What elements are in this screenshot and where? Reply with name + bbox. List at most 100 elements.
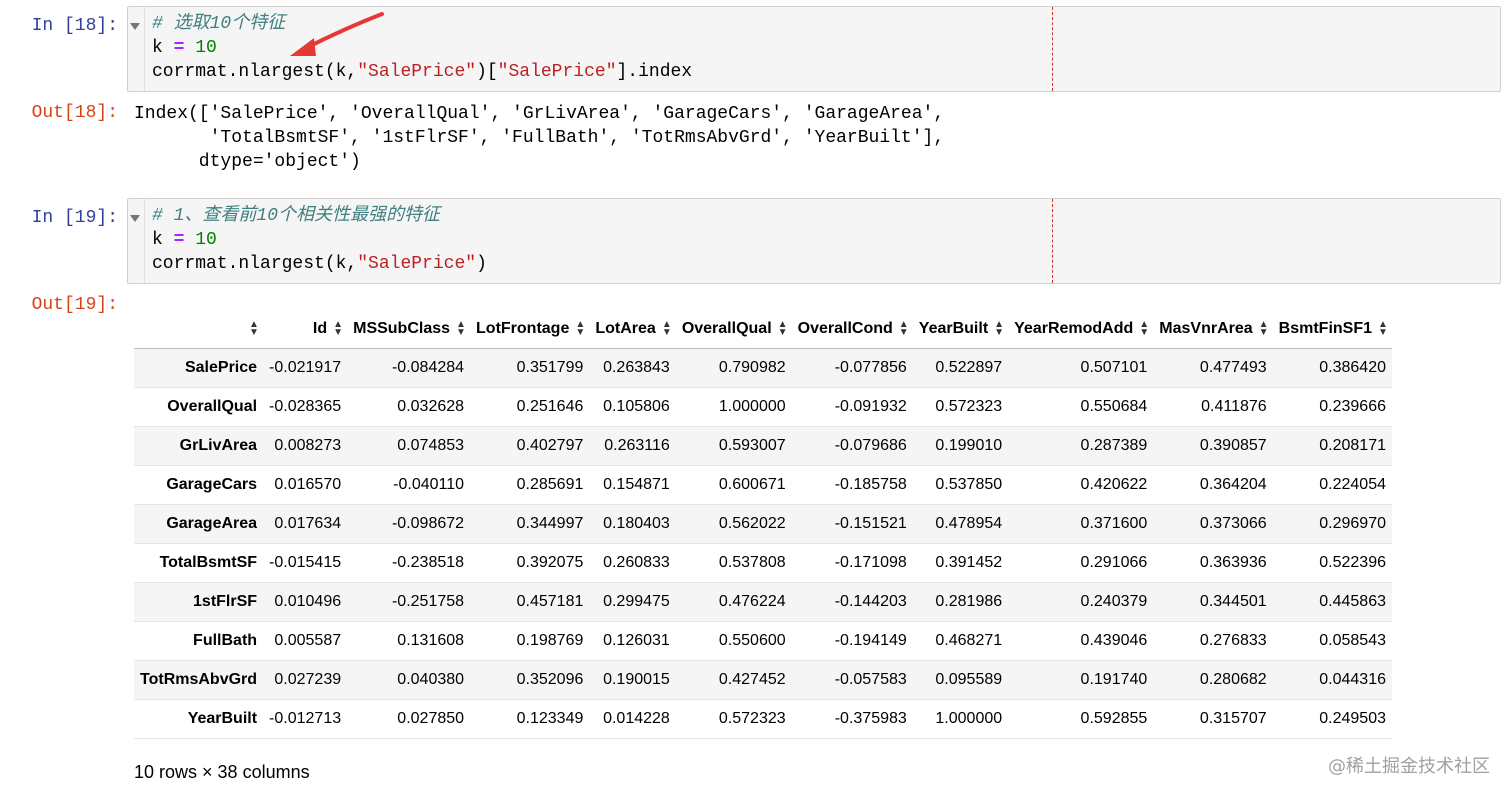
column-header[interactable]: MasVnrArea ▲ ▼ — [1153, 310, 1273, 349]
table-cell: 0.263116 — [604, 437, 670, 454]
column-header-label: MSSubClass — [353, 320, 451, 337]
table-cell: 0.402797 — [516, 437, 584, 454]
table-cell: 0.240379 — [1080, 593, 1148, 610]
sort-icon[interactable]: ▲ ▼ — [333, 319, 343, 337]
table-cell: 0.198769 — [516, 632, 584, 649]
sort-icon[interactable]: ▲ ▼ — [994, 319, 1004, 337]
dataframe-shape: 10 rows × 38 columns — [134, 762, 310, 782]
sort-icon[interactable]: ▲ ▼ — [899, 319, 909, 337]
line-length-ruler — [1052, 199, 1053, 283]
table-cell: -0.144203 — [834, 593, 907, 610]
table-cell: 0.027239 — [274, 671, 342, 688]
code-editor[interactable]: # 选取10个特征 k = 10 corrmat.nlargest(k,"Sal… — [152, 12, 692, 84]
index-output-text: Index(['SalePrice', 'OverallQual', 'GrLi… — [134, 104, 945, 172]
sort-icon[interactable]: ▲ ▼ — [575, 319, 585, 337]
table-cell: 0.537808 — [718, 554, 786, 571]
code-comment: # 1、查看前10个相关性最强的特征 — [152, 206, 441, 226]
table-cell: 0.017634 — [274, 515, 342, 532]
in-prompt-18: In [18]: — [31, 16, 118, 36]
sort-icon[interactable]: ▲ ▼ — [662, 319, 672, 337]
code-call-mid: )[ — [476, 62, 498, 82]
table-cell: 0.420622 — [1080, 476, 1148, 493]
table-cell: 0.592855 — [1080, 710, 1148, 727]
column-header-label: MasVnrArea — [1159, 320, 1253, 337]
collapse-triangle-icon[interactable] — [130, 23, 140, 30]
column-header[interactable]: OverallQual ▲ ▼ — [675, 310, 792, 349]
table-cell: 0.123349 — [516, 710, 584, 727]
sort-icon[interactable]: ▲ ▼ — [778, 319, 788, 337]
sort-icon[interactable]: ▲ ▼ — [1378, 319, 1388, 337]
table-cell: 0.550684 — [1080, 398, 1148, 415]
table-cell: 0.074853 — [397, 437, 465, 454]
table-cell: -0.040110 — [393, 476, 465, 493]
table-cell: 0.287389 — [1080, 437, 1148, 454]
code-editor[interactable]: # 1、查看前10个相关性最强的特征 k = 10 corrmat.nlarge… — [152, 204, 487, 276]
collapse-toggle[interactable] — [128, 7, 145, 91]
sort-icon[interactable]: ▲ ▼ — [1139, 319, 1149, 337]
code-number: 10 — [195, 38, 217, 58]
column-header-label: YearRemodAdd — [1014, 320, 1134, 337]
table-cell: 0.239666 — [1319, 398, 1386, 415]
watermark: @稀土掘金技术社区 — [1328, 756, 1490, 777]
table-cell: 1.000000 — [935, 710, 1003, 727]
code-cell-19[interactable]: # 1、查看前10个相关性最强的特征 k = 10 corrmat.nlarge… — [127, 198, 1501, 284]
table-cell: 0.391452 — [935, 554, 1003, 571]
column-header[interactable]: YearRemodAdd ▲ ▼ — [1008, 310, 1154, 349]
code-comment: # 选取10个特征 — [152, 14, 286, 34]
collapse-toggle[interactable] — [128, 199, 145, 283]
column-header[interactable]: MSSubClass ▲ ▼ — [347, 310, 471, 349]
sort-icon[interactable]: ▲ ▼ — [249, 319, 259, 337]
table-cell: 0.392075 — [516, 554, 584, 571]
table-cell: 0.291066 — [1080, 554, 1148, 571]
table-cell: 0.537850 — [935, 476, 1003, 493]
code-string: "SalePrice" — [357, 254, 477, 274]
table-cell: 0.005587 — [274, 632, 342, 649]
table-cell: 0.476224 — [718, 593, 786, 610]
column-header[interactable]: LotArea ▲ ▼ — [589, 310, 676, 349]
table-cell: 0.562022 — [718, 515, 786, 532]
column-header[interactable]: Id ▲ ▼ — [263, 310, 348, 349]
table-cell: -0.012713 — [269, 710, 342, 727]
code-call-end: ) — [476, 254, 487, 274]
index-header[interactable]: ▲ ▼ — [134, 310, 264, 349]
column-header-label: YearBuilt — [918, 320, 989, 337]
table-cell: 0.371600 — [1080, 515, 1148, 532]
correlation-dataframe: ▲ ▼ Id ▲ ▼ MSSubClass ▲ ▼ LotFrontage ▲ ▼ LotArea ▲… — [134, 310, 1392, 739]
row-index-label: GrLivArea — [179, 437, 258, 454]
column-header[interactable]: LotFrontage ▲ ▼ — [470, 310, 590, 349]
sort-icon[interactable]: ▲ ▼ — [456, 319, 466, 337]
table-cell: 0.352096 — [516, 671, 584, 688]
column-header[interactable]: OverallCond ▲ ▼ — [791, 310, 913, 349]
table-cell: 0.285691 — [516, 476, 584, 493]
table-cell: 0.058543 — [1319, 632, 1386, 649]
code-operator: = — [173, 230, 185, 250]
table-cell: -0.185758 — [834, 476, 907, 493]
table-cell: 0.468271 — [935, 632, 1003, 649]
collapse-triangle-icon[interactable] — [130, 215, 140, 222]
table-row: GarageCars 0.016570 -0.040110 0.285691 0.154… — [134, 466, 1392, 505]
row-index-label: YearBuilt — [187, 710, 258, 727]
table-cell: 0.014228 — [603, 710, 670, 727]
code-var: k — [152, 230, 163, 250]
table-cell: 0.260833 — [603, 554, 670, 571]
column-header-label: OverallCond — [797, 320, 893, 337]
table-cell: 0.131608 — [397, 632, 465, 649]
table-cell: 0.281986 — [935, 593, 1003, 610]
table-cell: 0.600671 — [718, 476, 786, 493]
column-header[interactable]: BsmtFinSF1 ▲ ▼ — [1272, 310, 1392, 349]
table-row: 1stFlrSF 0.010496 -0.251758 0.457181 0.29947… — [134, 582, 1392, 622]
table-cell: 0.105806 — [603, 398, 670, 415]
table-cell: 0.344501 — [1199, 593, 1267, 610]
sort-icon[interactable]: ▲ ▼ — [1259, 319, 1269, 337]
table-row: YearBuilt -0.012713 0.027850 0.123349 0.0142… — [134, 700, 1392, 739]
table-cell: 0.477493 — [1199, 359, 1267, 376]
table-cell: 0.190015 — [603, 671, 670, 688]
table-cell: -0.171098 — [834, 554, 907, 571]
table-cell: 0.411876 — [1201, 398, 1267, 415]
table-cell: 0.478954 — [935, 515, 1003, 532]
table-cell: 0.351799 — [516, 359, 584, 376]
table-row: GarageArea 0.017634 -0.098672 0.344997 0.180… — [134, 504, 1392, 544]
table-cell: -0.238518 — [391, 554, 465, 571]
column-header[interactable]: YearBuilt ▲ ▼ — [912, 310, 1009, 349]
table-cell: 0.439046 — [1080, 632, 1148, 649]
